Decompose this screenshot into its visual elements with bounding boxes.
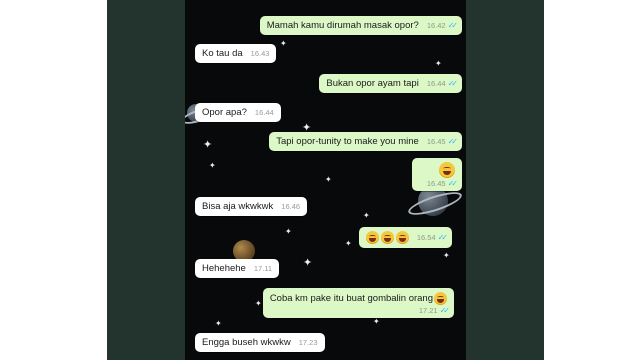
read-receipt-icon: ✓✓ xyxy=(437,233,449,242)
tears-of-joy-emoji xyxy=(434,292,447,305)
message-text: Engga buseh wkwkw xyxy=(202,337,291,348)
message-incoming[interactable]: Opor apa? 16.44 xyxy=(195,103,281,122)
star-decoration: ✦ xyxy=(363,211,370,220)
message-incoming[interactable]: Bisa aja wkwkwk 16.46 xyxy=(195,197,308,216)
message-incoming[interactable]: Engga buseh wkwkw 17.23 xyxy=(195,333,325,352)
read-receipt-icon: ✓✓ xyxy=(447,21,459,30)
message-time: 16.43 xyxy=(250,49,270,58)
chat-area[interactable]: ✦ ✦ ✦ ✦ ✦ ✦ ✦ ✦ ✦ ✦ ✦ ✦ ✦ ✦ Mamah kamu d… xyxy=(185,0,466,360)
frame-border-right xyxy=(466,0,544,360)
message-text: Mamah kamu dirumah masak opor? xyxy=(266,20,419,31)
message-outgoing[interactable]: Coba km pake itu buat gombalin orang 17.… xyxy=(262,288,454,318)
message-time: 17.11 xyxy=(253,264,273,273)
message-time: 16.54 xyxy=(416,233,436,242)
read-receipt-icon: ✓✓ xyxy=(447,137,459,146)
message-time: 17.23 xyxy=(298,338,318,347)
message-outgoing[interactable]: Tapi opor-tunity to make you mine 16.45 … xyxy=(269,132,462,151)
star-decoration: ✦ xyxy=(325,175,332,184)
star-decoration: ✦ xyxy=(435,59,442,68)
tears-of-joy-emoji xyxy=(365,231,379,244)
star-decoration: ✦ xyxy=(303,257,313,269)
message-time: 16.45 xyxy=(426,137,446,146)
message-time: 16.44 xyxy=(254,108,274,117)
message-text: Tapi opor-tunity to make you mine xyxy=(276,136,419,147)
message-text: Hehehehe xyxy=(202,263,246,274)
message-text: Bisa aja wkwkwk xyxy=(202,201,274,212)
star-decoration: ✦ xyxy=(443,251,450,260)
message-time: 16.45 xyxy=(426,179,446,188)
read-receipt-icon: ✓✓ xyxy=(439,306,451,315)
star-decoration: ✦ xyxy=(215,319,222,328)
message-time: 16.44 xyxy=(426,79,446,88)
message-outgoing[interactable]: 16.45 ✓✓ xyxy=(411,158,462,191)
tears-of-joy-emoji xyxy=(439,162,455,178)
message-time: 17.21 xyxy=(418,306,438,315)
message-text: Coba km pake itu buat gombalin orang xyxy=(269,293,433,304)
star-decoration: ✦ xyxy=(203,139,213,151)
star-decoration: ✦ xyxy=(280,39,287,48)
message-time: 16.46 xyxy=(281,202,301,211)
message-outgoing[interactable]: Bukan opor ayam tapi 16.44 ✓✓ xyxy=(319,74,462,93)
message-outgoing[interactable]: 16.54 ✓✓ xyxy=(358,227,452,248)
message-incoming[interactable]: Ko tau da 16.43 xyxy=(195,44,277,63)
tears-of-joy-emoji xyxy=(380,231,394,244)
read-receipt-icon: ✓✓ xyxy=(447,179,459,188)
read-receipt-icon: ✓✓ xyxy=(447,79,459,88)
frame-border-left xyxy=(107,0,185,360)
star-decoration: ✦ xyxy=(255,299,262,308)
star-decoration: ✦ xyxy=(345,239,352,248)
star-decoration: ✦ xyxy=(209,161,216,170)
message-text: Opor apa? xyxy=(202,107,247,118)
screenshot-frame: ✦ ✦ ✦ ✦ ✦ ✦ ✦ ✦ ✦ ✦ ✦ ✦ ✦ ✦ Mamah kamu d… xyxy=(107,0,544,360)
message-text: Ko tau da xyxy=(202,48,243,59)
message-incoming[interactable]: Hehehehe 17.11 xyxy=(195,259,280,278)
message-time: 16.42 xyxy=(426,21,446,30)
star-decoration: ✦ xyxy=(285,227,292,236)
message-outgoing[interactable]: Mamah kamu dirumah masak opor? 16.42 ✓✓ xyxy=(259,16,462,35)
tears-of-joy-emoji xyxy=(395,231,409,244)
star-decoration: ✦ xyxy=(373,317,380,326)
message-text: Bukan opor ayam tapi xyxy=(326,78,419,89)
